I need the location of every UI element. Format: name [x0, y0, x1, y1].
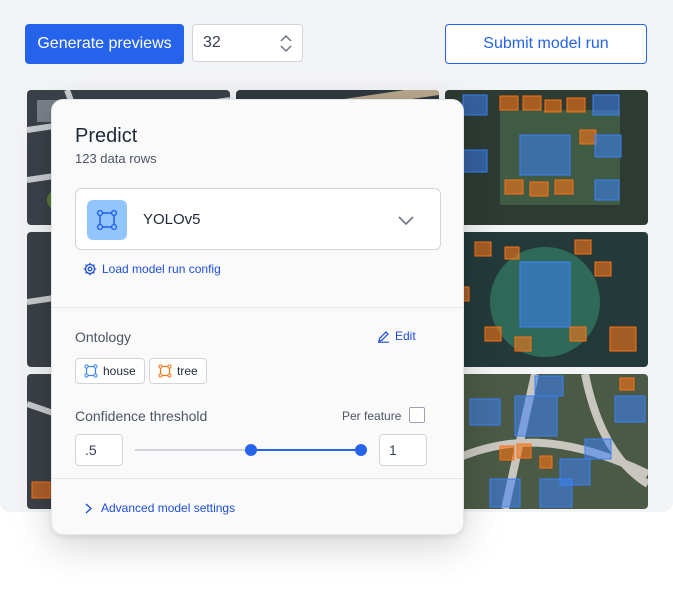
generate-previews-button[interactable]: Generate previews	[25, 24, 184, 64]
chevron-down-icon	[398, 213, 414, 231]
gear-icon	[83, 262, 97, 276]
pencil-icon	[378, 330, 389, 343]
model-select[interactable]: YOLOv5	[75, 188, 441, 250]
preview-count-input[interactable]: 32	[192, 24, 303, 62]
edit-ontology-link[interactable]: Edit	[377, 329, 416, 343]
divider	[52, 307, 463, 308]
confidence-slider-range	[251, 449, 361, 451]
bounding-box-icon	[158, 364, 172, 378]
chip-label: tree	[177, 364, 198, 378]
per-feature-label: Per feature	[342, 409, 402, 423]
slider-handle-min[interactable]	[245, 444, 257, 456]
per-feature-checkbox[interactable]	[409, 407, 425, 423]
confidence-threshold-label: Confidence threshold	[75, 408, 208, 424]
divider	[52, 478, 463, 479]
chip-label: house	[103, 364, 136, 378]
panel-title: Predict	[75, 125, 138, 147]
ontology-chip-tree[interactable]: tree	[149, 358, 207, 384]
preview-count-value: 32	[203, 34, 221, 51]
confidence-max-input[interactable]: 1	[379, 434, 427, 466]
advanced-model-settings-toggle[interactable]: Advanced model settings	[85, 501, 235, 515]
confidence-min-input[interactable]: .5	[75, 434, 123, 466]
preview-thumbnail[interactable]	[445, 232, 648, 367]
count-stepper-icon[interactable]	[280, 34, 292, 53]
bounding-box-icon	[87, 200, 127, 240]
load-config-label: Load model run config	[102, 262, 221, 276]
bounding-box-icon	[84, 364, 98, 378]
load-model-run-config-link[interactable]: Load model run config	[83, 262, 221, 276]
ontology-chip-house[interactable]: house	[75, 358, 145, 384]
predict-panel: Predict 123 data rows YOLOv5 Load model …	[51, 99, 464, 535]
submit-model-run-button[interactable]: Submit model run	[445, 24, 647, 64]
advanced-settings-label: Advanced model settings	[101, 501, 236, 515]
slider-handle-max[interactable]	[355, 444, 367, 456]
ontology-label: Ontology	[75, 329, 132, 345]
model-name: YOLOv5	[143, 211, 201, 228]
preview-thumbnail[interactable]	[445, 374, 648, 509]
data-rows-count: 123 data rows	[75, 151, 157, 166]
preview-thumbnail[interactable]	[445, 90, 648, 225]
chevron-right-icon	[85, 502, 92, 514]
edit-label: Edit	[395, 329, 416, 343]
